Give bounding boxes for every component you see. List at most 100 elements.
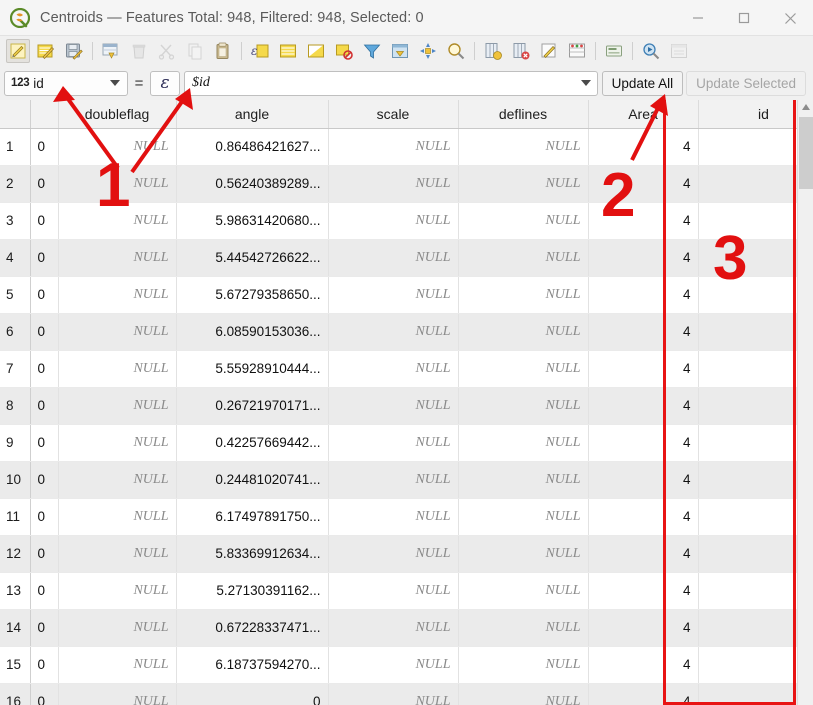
cell-cut[interactable]: 0 bbox=[30, 609, 59, 647]
cell-scale[interactable]: NULL bbox=[328, 202, 459, 240]
cell-deflines[interactable]: NULL bbox=[458, 609, 589, 647]
cell-rownum[interactable]: 12 bbox=[0, 535, 31, 573]
expression-builder-button[interactable]: ε bbox=[150, 70, 180, 96]
cell-cut[interactable]: 0 bbox=[30, 128, 59, 166]
cell-cut[interactable]: 0 bbox=[30, 239, 59, 277]
conditional-formatting-icon[interactable] bbox=[565, 39, 589, 63]
cell-deflines[interactable]: NULL bbox=[458, 276, 589, 314]
save-layer-edits-icon[interactable] bbox=[62, 39, 86, 63]
table-row[interactable]: 70NULL5.55928910444...NULLNULL47 bbox=[0, 350, 813, 388]
table-row[interactable]: 160NULL0NULLNULL416 bbox=[0, 683, 813, 705]
select-by-expression-icon[interactable]: ε bbox=[248, 39, 272, 63]
cell-doubleflag[interactable]: NULL bbox=[58, 128, 177, 166]
save-edits-icon[interactable] bbox=[34, 39, 58, 63]
cell-doubleflag[interactable]: NULL bbox=[58, 276, 177, 314]
cell-rownum[interactable]: 5 bbox=[0, 276, 31, 314]
table-row[interactable]: 120NULL5.83369912634...NULLNULL412 bbox=[0, 535, 813, 573]
cell-cut[interactable]: 0 bbox=[30, 535, 59, 573]
cell-scale[interactable]: NULL bbox=[328, 609, 459, 647]
copy-features-icon[interactable] bbox=[183, 39, 207, 63]
cell-doubleflag[interactable]: NULL bbox=[58, 165, 177, 203]
cell-area[interactable]: 4 bbox=[588, 276, 699, 314]
cell-angle[interactable]: 6.17497891750... bbox=[176, 498, 329, 536]
cell-cut[interactable]: 0 bbox=[30, 313, 59, 351]
cell-id[interactable]: 12 bbox=[698, 535, 813, 573]
form-view-icon[interactable] bbox=[667, 39, 691, 63]
cell-cut[interactable]: 0 bbox=[30, 165, 59, 203]
cell-deflines[interactable]: NULL bbox=[458, 461, 589, 499]
expression-history-chevron-icon[interactable] bbox=[580, 80, 591, 86]
cell-cut[interactable]: 0 bbox=[30, 683, 59, 705]
cell-rownum[interactable]: 1 bbox=[0, 128, 31, 166]
cell-deflines[interactable]: NULL bbox=[458, 128, 589, 166]
table-row[interactable]: 10NULL0.86486421627...NULLNULL41 bbox=[0, 128, 813, 166]
minimize-icon[interactable] bbox=[675, 0, 721, 36]
attribute-table[interactable]: doubleflag angle scale deflines Area id … bbox=[0, 100, 813, 705]
cell-rownum[interactable]: 15 bbox=[0, 646, 31, 684]
scroll-up-arrow-icon[interactable] bbox=[801, 104, 810, 110]
cell-area[interactable]: 4 bbox=[588, 350, 699, 388]
vertical-scrollbar[interactable] bbox=[797, 100, 813, 705]
cell-deflines[interactable]: NULL bbox=[458, 646, 589, 684]
cell-rownum[interactable]: 2 bbox=[0, 165, 31, 203]
cell-area[interactable]: 4 bbox=[588, 572, 699, 610]
cell-scale[interactable]: NULL bbox=[328, 683, 459, 705]
cell-id[interactable]: 13 bbox=[698, 572, 813, 610]
cell-rownum[interactable]: 9 bbox=[0, 424, 31, 462]
table-row[interactable]: 130NULL5.27130391162...NULLNULL413 bbox=[0, 572, 813, 610]
cell-rownum[interactable]: 4 bbox=[0, 239, 31, 277]
table-row[interactable]: 80NULL0.26721970171...NULLNULL48 bbox=[0, 387, 813, 425]
cell-scale[interactable]: NULL bbox=[328, 572, 459, 610]
cell-id[interactable]: 11 bbox=[698, 498, 813, 536]
cell-scale[interactable]: NULL bbox=[328, 239, 459, 277]
cell-deflines[interactable]: NULL bbox=[458, 572, 589, 610]
cell-deflines[interactable]: NULL bbox=[458, 387, 589, 425]
table-row[interactable]: 140NULL0.67228337471...NULLNULL414 bbox=[0, 609, 813, 647]
expression-input[interactable] bbox=[185, 71, 567, 95]
cell-deflines[interactable]: NULL bbox=[458, 239, 589, 277]
cell-rownum[interactable]: 11 bbox=[0, 498, 31, 536]
cell-doubleflag[interactable]: NULL bbox=[58, 350, 177, 388]
cell-cut[interactable]: 0 bbox=[30, 461, 59, 499]
column-header-area[interactable]: Area bbox=[588, 100, 699, 129]
cell-area[interactable]: 4 bbox=[588, 461, 699, 499]
column-header-cut[interactable] bbox=[30, 100, 59, 129]
table-row[interactable]: 30NULL5.98631420680...NULLNULL43 bbox=[0, 202, 813, 240]
new-field-icon[interactable] bbox=[99, 39, 123, 63]
paste-features-icon[interactable] bbox=[211, 39, 235, 63]
table-row[interactable]: 150NULL6.18737594270...NULLNULL415 bbox=[0, 646, 813, 684]
close-icon[interactable] bbox=[767, 0, 813, 36]
delete-field-icon[interactable] bbox=[127, 39, 151, 63]
cell-id[interactable]: 14 bbox=[698, 609, 813, 647]
cell-angle[interactable]: 5.55928910444... bbox=[176, 350, 329, 388]
cell-id[interactable]: 2 bbox=[698, 165, 813, 203]
cell-angle[interactable]: 6.18737594270... bbox=[176, 646, 329, 684]
cell-cut[interactable]: 0 bbox=[30, 424, 59, 462]
column-header-doubleflag[interactable]: doubleflag bbox=[58, 100, 177, 129]
new-column-icon[interactable] bbox=[481, 39, 505, 63]
cell-angle[interactable]: 5.44542726622... bbox=[176, 239, 329, 277]
cut-features-icon[interactable] bbox=[155, 39, 179, 63]
cell-id[interactable]: 5 bbox=[698, 276, 813, 314]
cell-scale[interactable]: NULL bbox=[328, 461, 459, 499]
cell-angle[interactable]: 0.86486421627... bbox=[176, 128, 329, 166]
cell-cut[interactable]: 0 bbox=[30, 498, 59, 536]
cell-doubleflag[interactable]: NULL bbox=[58, 609, 177, 647]
cell-scale[interactable]: NULL bbox=[328, 535, 459, 573]
cell-rownum[interactable]: 6 bbox=[0, 313, 31, 351]
cell-rownum[interactable]: 7 bbox=[0, 350, 31, 388]
cell-scale[interactable]: NULL bbox=[328, 350, 459, 388]
cell-rownum[interactable]: 3 bbox=[0, 202, 31, 240]
cell-scale[interactable]: NULL bbox=[328, 276, 459, 314]
multi-edit-icon[interactable] bbox=[602, 39, 626, 63]
column-header-angle[interactable]: angle bbox=[176, 100, 329, 129]
cell-scale[interactable]: NULL bbox=[328, 313, 459, 351]
cell-deflines[interactable]: NULL bbox=[458, 165, 589, 203]
cell-angle[interactable]: 6.08590153036... bbox=[176, 313, 329, 351]
cell-deflines[interactable]: NULL bbox=[458, 350, 589, 388]
cell-angle[interactable]: 0.42257669442... bbox=[176, 424, 329, 462]
cell-rownum[interactable]: 16 bbox=[0, 683, 31, 705]
pan-to-selection-icon[interactable] bbox=[416, 39, 440, 63]
cell-id[interactable]: 15 bbox=[698, 646, 813, 684]
cell-deflines[interactable]: NULL bbox=[458, 313, 589, 351]
